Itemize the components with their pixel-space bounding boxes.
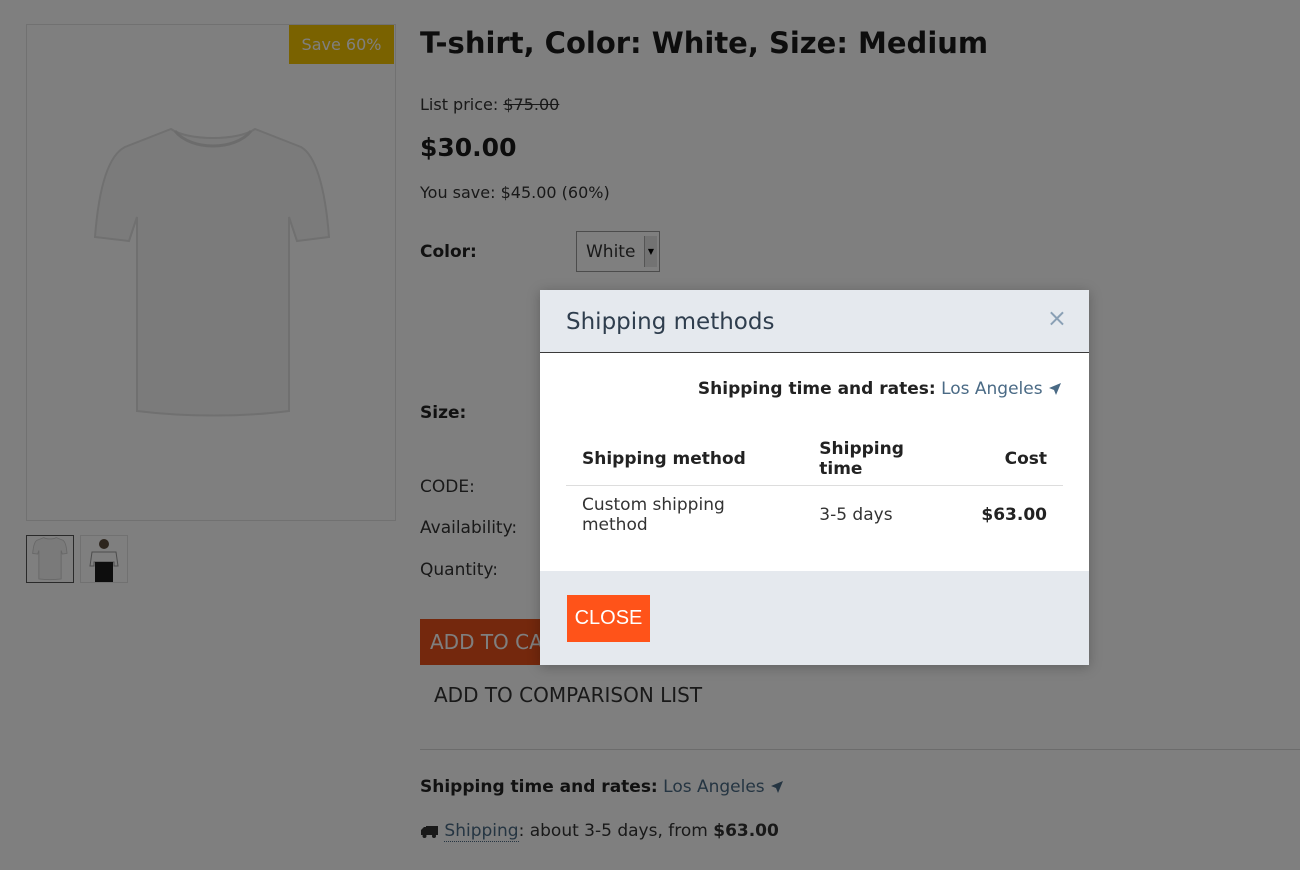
dialog-title: Shipping methods — [566, 309, 775, 335]
close-icon[interactable]: × — [1047, 306, 1067, 330]
header-shipping-method: Shipping method — [566, 433, 803, 486]
cell-cost: $63.00 — [981, 505, 1047, 526]
dialog-rates-line: Shipping time and rates: Los Angeles — [698, 379, 1062, 399]
dialog-location-text: Los Angeles — [941, 379, 1043, 399]
close-button[interactable]: CLOSE — [567, 595, 650, 642]
table-row: Custom shipping method 3-5 days $63.00 — [566, 485, 1063, 545]
dialog-location-link[interactable]: Los Angeles — [941, 379, 1062, 399]
location-arrow-icon — [1049, 383, 1061, 395]
dialog-body: Shipping time and rates: Los Angeles Shi… — [540, 353, 1089, 571]
dialog-footer: CLOSE — [540, 571, 1089, 665]
header-shipping-time: Shipping time — [802, 433, 966, 486]
dialog-rates-label: Shipping time and rates: — [697, 379, 936, 399]
shipping-methods-table: Shipping method Shipping time Cost Custo… — [566, 433, 1063, 545]
cell-shipping-method: Custom shipping method — [582, 495, 725, 536]
header-cost: Cost — [965, 433, 1063, 486]
cell-shipping-time: 3-5 days — [819, 505, 893, 526]
shipping-methods-dialog: Shipping methods × Shipping time and rat… — [540, 290, 1089, 665]
table-header-row: Shipping method Shipping time Cost — [566, 433, 1063, 486]
dialog-header: Shipping methods × — [540, 290, 1089, 353]
